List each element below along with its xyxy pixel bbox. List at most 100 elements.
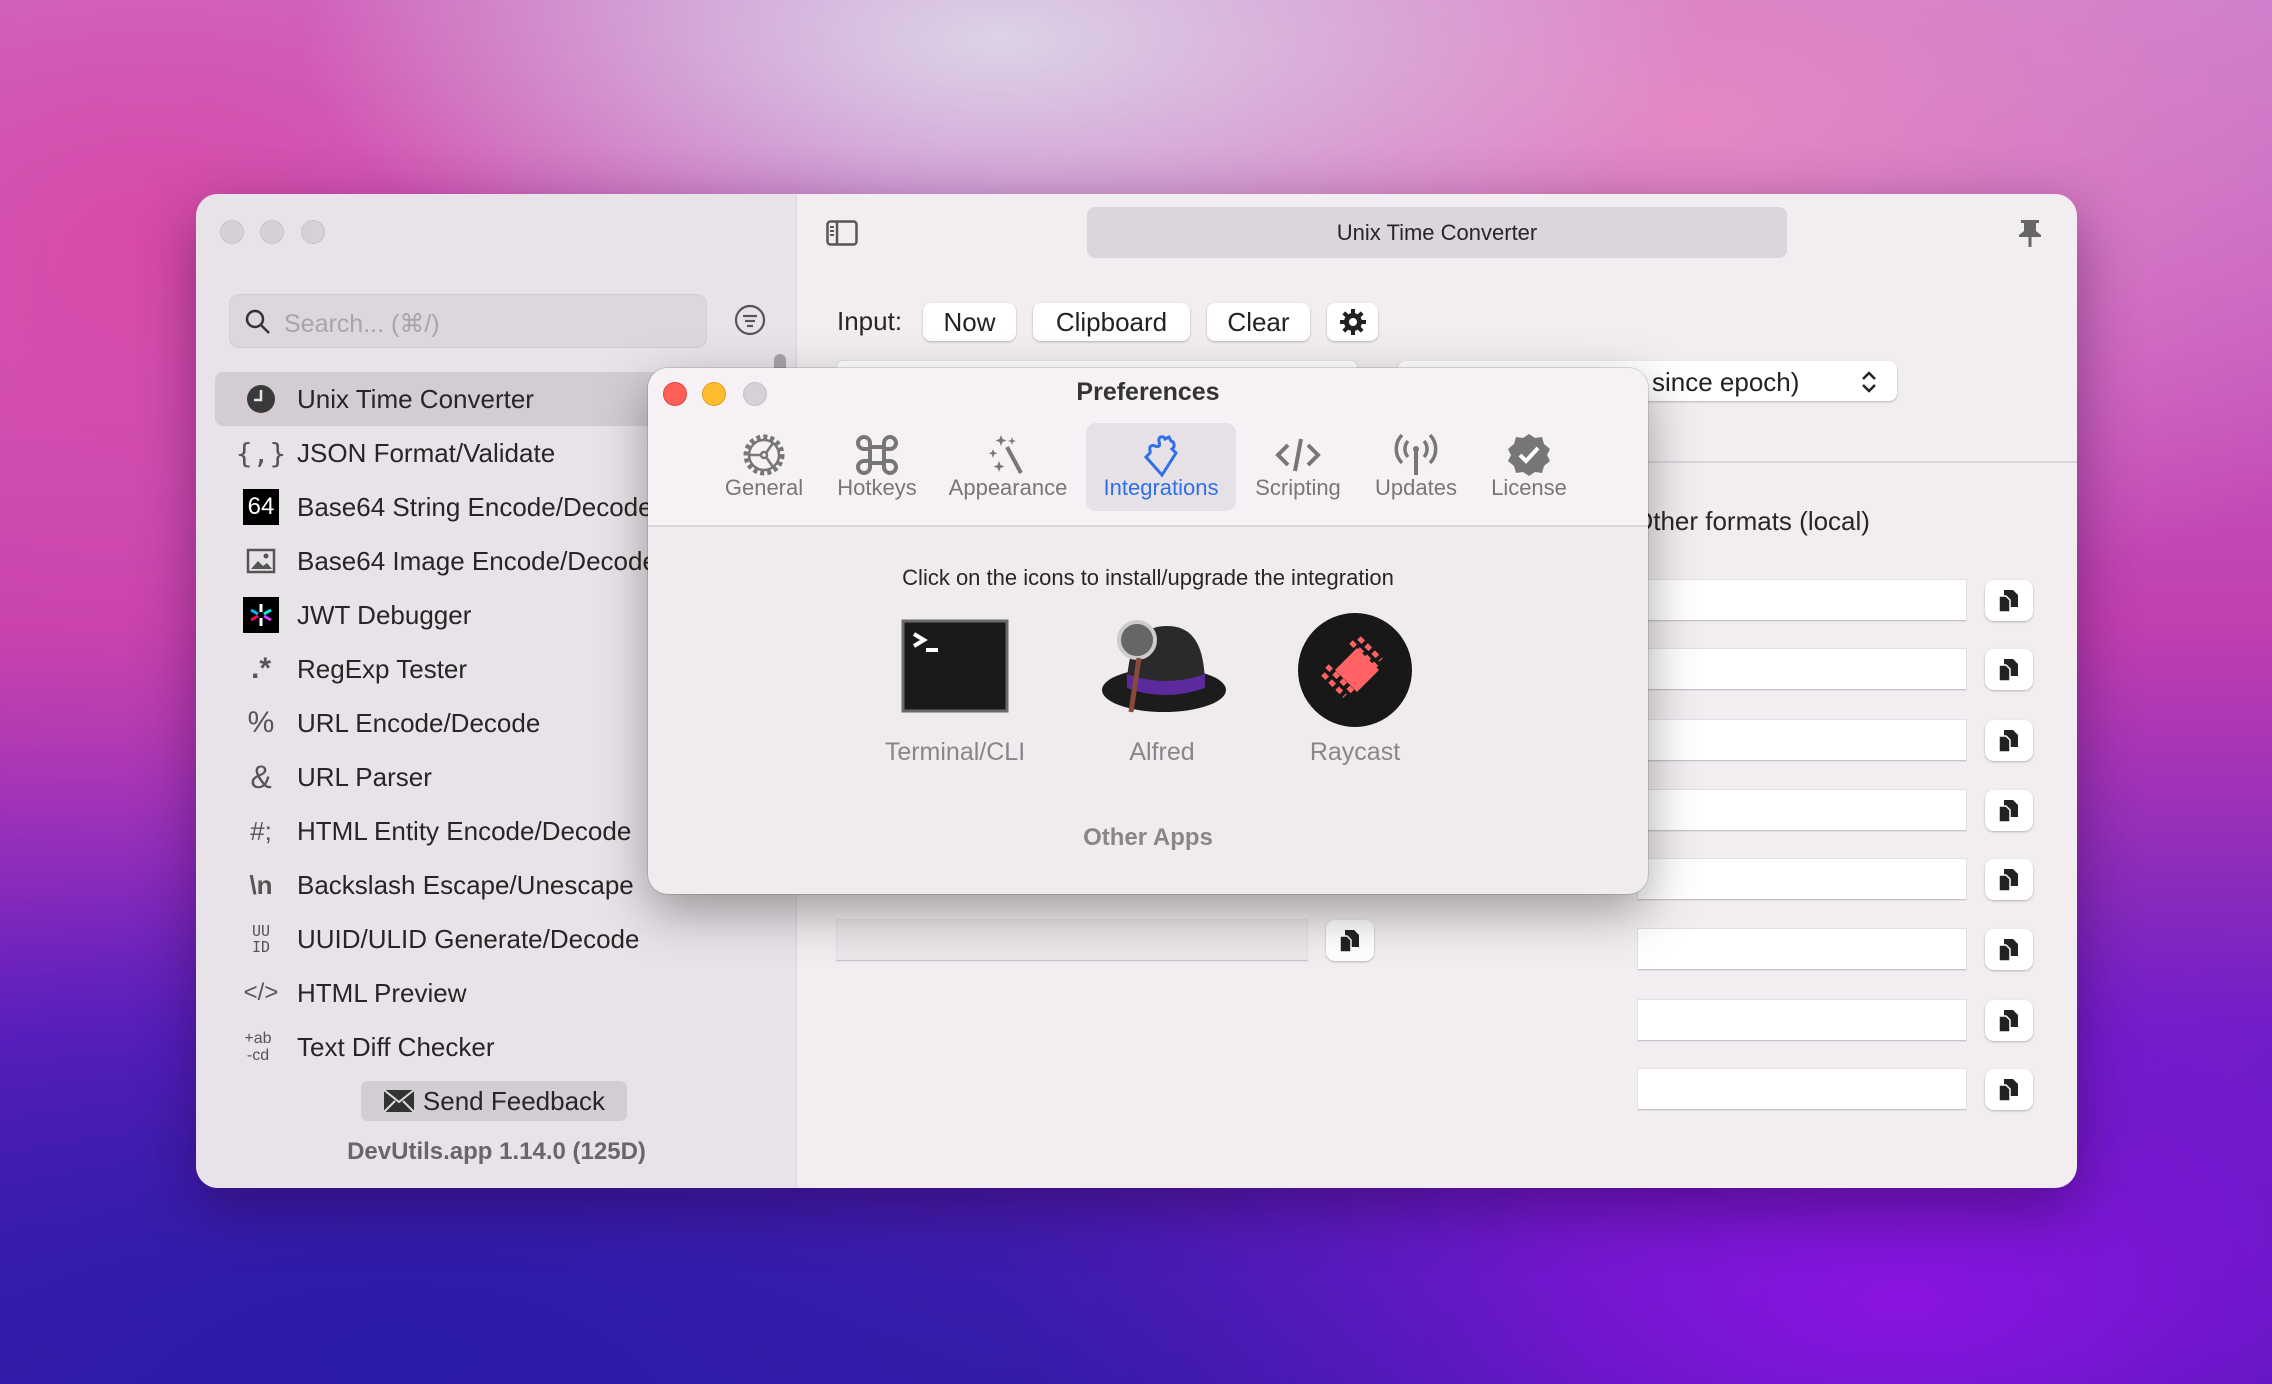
diff-icon: +ab -cd xyxy=(244,1030,272,1064)
copy-button[interactable] xyxy=(1985,859,2033,900)
send-feedback-button[interactable]: Send Feedback xyxy=(361,1081,627,1121)
raycast-integration[interactable]: Raycast xyxy=(1255,613,1455,778)
copy-button[interactable] xyxy=(1985,1069,2033,1110)
tab-appearance[interactable]: Appearance xyxy=(933,423,1083,511)
envelope-icon xyxy=(383,1089,415,1113)
antenna-icon xyxy=(1394,433,1438,475)
tab-hotkeys[interactable]: Hotkeys xyxy=(802,423,952,511)
preferences-title: Preferences xyxy=(1076,378,1220,406)
sidebar-toggle-icon[interactable] xyxy=(826,220,858,246)
percent-icon: % xyxy=(247,706,275,739)
other-formats-label: Other formats (local) xyxy=(1633,506,1870,536)
braces-icon: {,} xyxy=(235,436,287,470)
copy-button[interactable] xyxy=(1326,920,1374,961)
format-output-field[interactable] xyxy=(1638,720,1966,761)
copy-button[interactable] xyxy=(1985,929,2033,970)
sidebar-item-label: RegExp Tester xyxy=(297,654,468,684)
clear-button[interactable]: Clear xyxy=(1207,303,1310,341)
regex-icon: .* xyxy=(250,652,271,685)
tab-integrations[interactable]: Integrations xyxy=(1086,423,1236,511)
app-label: Raycast xyxy=(1309,738,1401,766)
copy-icon xyxy=(1998,589,2018,613)
format-output-field[interactable] xyxy=(1638,1000,1966,1041)
input-label: Input: xyxy=(837,306,903,336)
copy-icon xyxy=(1998,799,2018,823)
terminal-integration[interactable]: Terminal/CLI xyxy=(855,618,1055,778)
gear-icon xyxy=(1339,309,1366,335)
copy-button[interactable] xyxy=(1985,580,2033,621)
search-placeholder: Search... (⌘/) xyxy=(284,310,440,338)
puzzle-icon xyxy=(1143,434,1178,478)
copy-icon xyxy=(1998,938,2018,962)
copy-icon xyxy=(1339,929,1359,953)
magic-wand-icon xyxy=(988,435,1023,474)
code-icon: </> xyxy=(243,979,279,1006)
alfred-integration[interactable]: Alfred xyxy=(1062,618,1262,778)
minimize-window-button[interactable] xyxy=(260,220,284,244)
search-input[interactable]: Search... (⌘/) xyxy=(229,294,707,348)
other-apps-button[interactable]: Other Apps xyxy=(648,824,1648,852)
close-window-button[interactable] xyxy=(220,220,244,244)
terminal-icon xyxy=(901,619,1009,713)
copy-button[interactable] xyxy=(1985,790,2033,831)
gear-icon xyxy=(743,434,785,476)
copy-icon xyxy=(1998,658,2018,682)
command-icon xyxy=(856,435,898,475)
sidebar-item-label: URL Encode/Decode xyxy=(297,708,541,738)
copy-icon xyxy=(1998,868,2018,892)
filter-icon[interactable] xyxy=(734,304,766,336)
tab-label: Hotkeys xyxy=(837,475,917,500)
hash-semicolon-icon: #; xyxy=(250,815,272,846)
sidebar-item-label: HTML Preview xyxy=(297,978,467,1008)
jwt-icon xyxy=(243,597,279,633)
copy-button[interactable] xyxy=(1985,1000,2033,1041)
tab-label: Appearance xyxy=(948,475,1068,500)
sidebar-item-html-preview[interactable]: </> HTML Preview xyxy=(215,966,815,1020)
chevron-updown-icon xyxy=(1862,371,1876,393)
zoom-window-button[interactable] xyxy=(301,220,325,244)
copy-icon xyxy=(1998,729,2018,753)
sidebar-item-label: URL Parser xyxy=(297,762,432,792)
app-version: DevUtils.app 1.14.0 (125D) xyxy=(347,1138,646,1165)
tab-label: Integrations xyxy=(1103,475,1219,500)
tab-license[interactable]: License xyxy=(1454,423,1604,511)
clipboard-button[interactable]: Clipboard xyxy=(1033,303,1190,341)
pin-icon[interactable] xyxy=(2016,218,2044,248)
copy-icon xyxy=(1998,1078,2018,1102)
backslash-n-icon: \n xyxy=(249,869,273,900)
copy-button[interactable] xyxy=(1985,720,2033,761)
sidebar-item-text-diff[interactable]: +ab -cd Text Diff Checker xyxy=(215,1020,815,1074)
format-output-field[interactable] xyxy=(1638,859,1966,900)
sidebar-item-label: JSON Format/Validate xyxy=(297,438,556,468)
app-label: Terminal/CLI xyxy=(884,738,1026,766)
search-icon xyxy=(245,309,270,334)
copy-button[interactable] xyxy=(1985,649,2033,690)
format-output-field[interactable] xyxy=(1638,1069,1966,1110)
copy-icon xyxy=(1998,1009,2018,1033)
sidebar-item-label: HTML Entity Encode/Decode xyxy=(297,816,632,846)
tool-title: Unix Time Converter xyxy=(1087,207,1787,258)
integration-instruction: Click on the icons to install/upgrade th… xyxy=(902,565,1394,590)
format-output-field[interactable] xyxy=(1638,580,1966,621)
sidebar-item-uuid[interactable]: UU ID UUID/ULID Generate/Decode xyxy=(215,912,815,966)
sidebar-item-label: JWT Debugger xyxy=(297,600,472,630)
app-label: Alfred xyxy=(1129,738,1195,766)
format-output-field[interactable] xyxy=(1638,929,1966,970)
format-output-field[interactable] xyxy=(1638,790,1966,831)
tab-label: License xyxy=(1491,475,1567,500)
ampersand-icon: & xyxy=(250,758,272,795)
sidebar-item-label: Text Diff Checker xyxy=(297,1032,495,1062)
settings-button[interactable] xyxy=(1327,303,1378,341)
raycast-icon xyxy=(1298,613,1412,727)
alfred-icon xyxy=(1102,620,1226,713)
sidebar-item-label: Unix Time Converter xyxy=(297,384,534,414)
send-feedback-label: Send Feedback xyxy=(422,1085,606,1116)
base64-icon: 64 xyxy=(243,489,279,525)
output-field[interactable] xyxy=(837,920,1307,961)
now-button[interactable]: Now xyxy=(923,303,1016,341)
format-output-field[interactable] xyxy=(1638,649,1966,690)
preferences-dialog: Preferences General Hotkeys Appearance I… xyxy=(648,368,1648,894)
format-select-value: since epoch) xyxy=(1652,367,1800,397)
preferences-toolbar: Preferences General Hotkeys Appearance I… xyxy=(648,368,1648,527)
clock-icon xyxy=(243,381,279,417)
